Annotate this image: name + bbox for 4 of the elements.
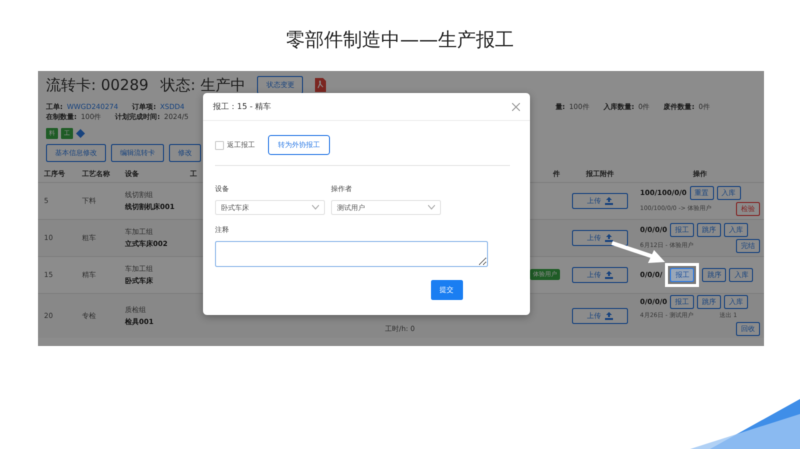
dialog-title: 报工：15 - 精车	[213, 101, 272, 112]
card-status: 状态: 生产中	[160, 76, 246, 94]
slide-title: 零部件制造中——生产报工	[285, 28, 515, 53]
card-number: 流转卡: 00289	[46, 76, 149, 94]
